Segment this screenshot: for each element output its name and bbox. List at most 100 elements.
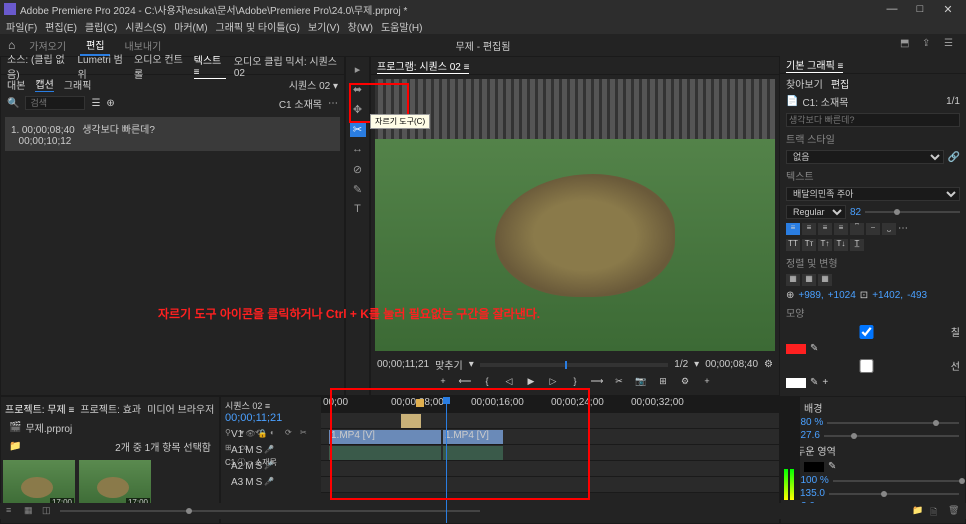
align-bottom[interactable]: ⎵: [882, 223, 896, 235]
step-fwd-btn[interactable]: ▷: [546, 376, 560, 390]
menu-view[interactable]: 보기(V): [308, 19, 340, 34]
track-c1[interactable]: [321, 413, 779, 429]
menu-marker[interactable]: 마커(M): [174, 19, 207, 34]
eg-title[interactable]: 기본 그래픽 ≡: [786, 57, 843, 73]
settings-icon[interactable]: ⚙: [764, 359, 773, 370]
extract-btn[interactable]: 📷: [634, 376, 648, 390]
program-tc-right[interactable]: 00;00;08;40: [705, 359, 758, 370]
proj-tab-effects[interactable]: 프로젝트: 효과: [80, 401, 141, 416]
eyedropper-icon-2[interactable]: ✎: [810, 377, 818, 388]
menu-graphics[interactable]: 그래픽 및 타이틀(G): [216, 19, 300, 34]
add-marker-btn[interactable]: +: [436, 376, 450, 390]
comparison-btn[interactable]: ⚙: [678, 376, 692, 390]
program-tc-left[interactable]: 00;00;11;21: [377, 359, 429, 370]
slider-4[interactable]: [829, 493, 959, 495]
button-editor-btn[interactable]: +: [700, 376, 714, 390]
eyedropper-3[interactable]: ✎: [828, 461, 836, 472]
menu-file[interactable]: 파일(F): [6, 19, 37, 34]
font-size[interactable]: 82: [850, 207, 861, 218]
eg-tab-browse[interactable]: 찾아보기: [786, 76, 823, 91]
minimize-button[interactable]: —: [878, 3, 906, 15]
share-icon[interactable]: ⇪: [922, 38, 936, 52]
menu-clip[interactable]: 클립(C): [85, 19, 117, 34]
bin-icon[interactable]: 📁: [9, 441, 21, 452]
text-sub-graphic[interactable]: 그래픽: [64, 77, 92, 92]
lift-btn[interactable]: ✂: [612, 376, 626, 390]
icon-view-icon[interactable]: ▦: [24, 505, 36, 517]
shadow-opacity[interactable]: 100 %: [800, 475, 828, 486]
play-btn[interactable]: ▶: [524, 376, 538, 390]
caption-search-input[interactable]: [25, 96, 85, 110]
weight-select[interactable]: Regular: [786, 205, 846, 219]
align-top[interactable]: ⎴: [850, 223, 864, 235]
dist-3[interactable]: ▦: [818, 274, 832, 286]
freeform-icon[interactable]: ◫: [42, 505, 54, 517]
dist-1[interactable]: ▦: [786, 274, 800, 286]
slider-2[interactable]: [824, 435, 959, 437]
playhead[interactable]: [446, 397, 447, 523]
menu-help[interactable]: 도움말(H): [381, 19, 422, 34]
marker-icon[interactable]: [416, 399, 424, 407]
track-style-select[interactable]: 없음: [786, 150, 944, 164]
track-a1[interactable]: A1 M S 🎤: [321, 445, 779, 461]
more-icon[interactable]: ⋯: [328, 98, 338, 109]
step-back-btn[interactable]: ◁: [502, 376, 516, 390]
font-select[interactable]: 배달의민족 주아: [786, 187, 960, 201]
anchor-y[interactable]: -493: [907, 290, 927, 301]
link-icon[interactable]: 🔗: [948, 152, 960, 163]
audio-meter[interactable]: [780, 396, 800, 500]
stroke-toggle[interactable]: [786, 359, 947, 373]
eg-tab-edit[interactable]: 편집: [831, 76, 849, 91]
pen-tool[interactable]: ⊘: [350, 161, 366, 177]
tt-btn[interactable]: TT: [786, 239, 800, 251]
maximize-button[interactable]: □: [906, 3, 934, 15]
close-button[interactable]: ✕: [934, 3, 962, 16]
workspace-menu-icon[interactable]: ☰: [944, 38, 958, 52]
program-scrubber[interactable]: [480, 363, 669, 367]
align-center[interactable]: ≡: [802, 223, 816, 235]
export-frame-btn[interactable]: ⊞: [656, 376, 670, 390]
ripple-tool[interactable]: ✥: [350, 101, 366, 117]
slip-tool[interactable]: ↔: [350, 141, 366, 157]
text-input[interactable]: [786, 113, 960, 127]
opacity-slider[interactable]: [827, 422, 959, 424]
fill-toggle[interactable]: [786, 325, 947, 339]
val2[interactable]: 27.6: [800, 430, 819, 441]
add-stroke-icon[interactable]: +: [822, 377, 828, 388]
caption-track-label[interactable]: C1 소재목: [279, 96, 322, 111]
hand-tool[interactable]: ✎: [350, 181, 366, 197]
pos-y[interactable]: +1024: [828, 290, 856, 301]
tt2-btn[interactable]: Tт: [802, 239, 816, 251]
menu-edit[interactable]: 편집(E): [45, 19, 77, 34]
audio-clip-2[interactable]: [443, 446, 503, 460]
fill-color-chip[interactable]: [786, 344, 806, 354]
more-text-icon[interactable]: ⋯: [898, 223, 908, 235]
razor-tool[interactable]: ✂: [350, 121, 366, 137]
track-v1[interactable]: V1 👁 🔒 1.MP4 [V] 1.MP4 [V]: [321, 429, 779, 445]
size-slider[interactable]: [865, 211, 960, 213]
audio-clip-1[interactable]: [329, 446, 441, 460]
program-tab[interactable]: 프로그램: 시퀀스 02 ≡: [377, 58, 469, 74]
text-sub-transcript[interactable]: 대본: [7, 77, 25, 92]
timeline-ruler[interactable]: 00;00 00;00;08;00 00;00;16;00 00;00;24;0…: [321, 397, 779, 413]
track-a2[interactable]: A2 M S 🎤: [321, 461, 779, 477]
sequence-dropdown[interactable]: 시퀀스 02 ▾: [289, 77, 338, 92]
mark-out-btn[interactable]: ⟶: [590, 376, 604, 390]
dist-2[interactable]: ▦: [802, 274, 816, 286]
align-left[interactable]: ≡: [786, 223, 800, 235]
new-bin-icon[interactable]: 📁: [912, 505, 924, 517]
stroke-color-chip[interactable]: [786, 378, 806, 388]
tt4-btn[interactable]: T↓: [834, 239, 848, 251]
video-clip-1[interactable]: 1.MP4 [V]: [329, 430, 441, 444]
fit-dropdown[interactable]: 맞추기: [435, 357, 463, 372]
caption-clip[interactable]: [401, 414, 421, 428]
pos-x[interactable]: +989,: [798, 290, 823, 301]
shadow-color[interactable]: [804, 462, 824, 472]
track-select-tool[interactable]: ⬌: [350, 81, 366, 97]
shadow-angle[interactable]: 135.0: [800, 488, 825, 499]
align-justify[interactable]: ≡: [834, 223, 848, 235]
filter-icon[interactable]: ☰: [91, 98, 100, 109]
tt3-btn[interactable]: T↑: [818, 239, 832, 251]
track-a3[interactable]: A3 M S 🎤: [321, 477, 779, 493]
timeline-tab[interactable]: 시퀀스 02 ≡: [225, 399, 317, 412]
